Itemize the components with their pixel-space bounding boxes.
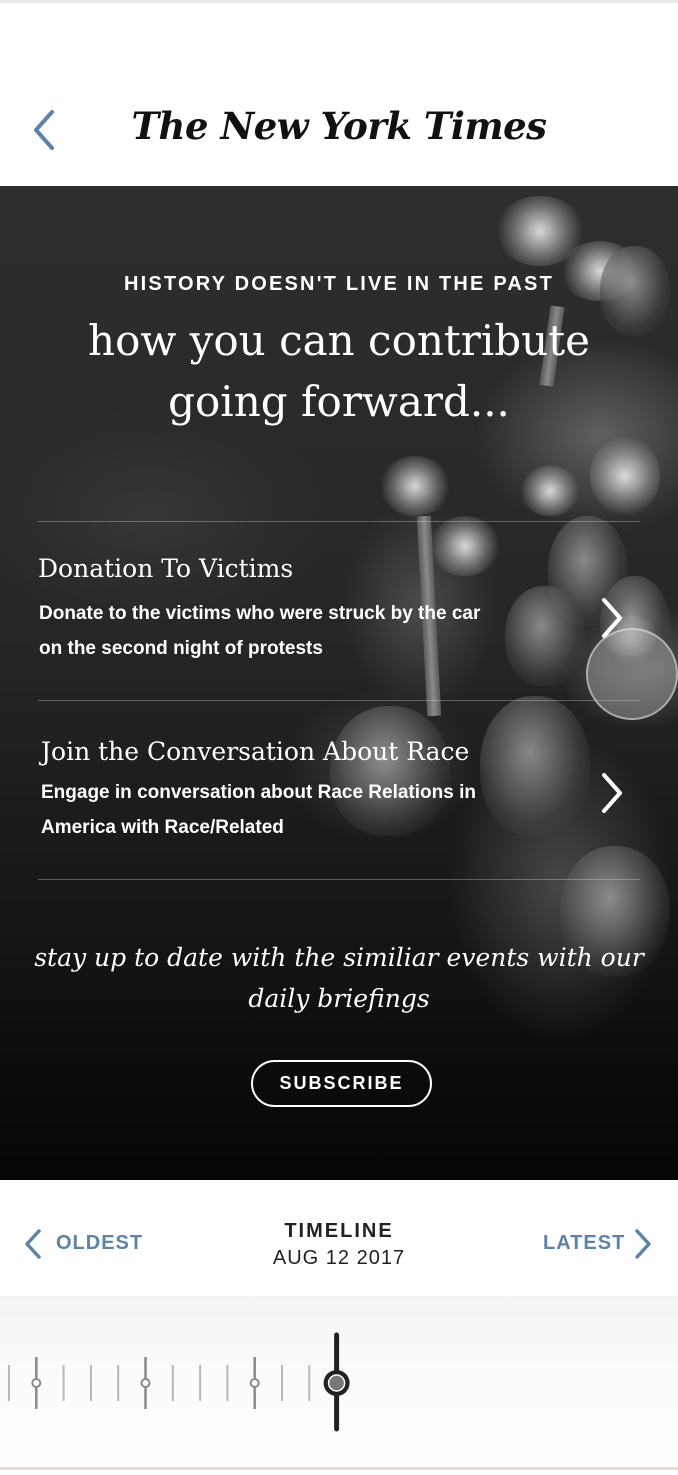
chevron-right-icon (602, 773, 622, 813)
chevron-right-icon (635, 1229, 651, 1259)
hero-section: HISTORY DOESN'T LIVE IN THE PAST how you… (0, 186, 678, 1180)
nyt-logo: The New York Times (131, 104, 547, 148)
race-conversation-link[interactable]: Join the Conversation About Race Engage … (0, 701, 678, 879)
subscribe-button[interactable]: SUBSCRIBE (251, 1060, 432, 1107)
app-header: The New York Times (0, 0, 678, 186)
item-title: Donation To Victims (38, 554, 294, 583)
timeline-nav: OLDEST TIMELINE AUG 12 2017 LATEST (0, 1180, 678, 1296)
scrubber-handle[interactable] (323, 1332, 350, 1432)
scrubber-tick-marker (140, 1378, 151, 1388)
latest-label: LATEST (543, 1232, 626, 1254)
hero-headline: how you can contribute going forward... (88, 316, 590, 426)
item-title: Join the Conversation About Race (41, 737, 470, 766)
scrubber-tick-marker (249, 1378, 260, 1388)
briefing-promo-text: stay up to date with the similiar events… (34, 943, 644, 1013)
item-description: Engage in conversation about Race Relati… (41, 782, 476, 838)
scrubber-track (8, 1332, 350, 1432)
divider (38, 879, 640, 880)
touch-indicator (586, 628, 678, 720)
eyebrow-title: HISTORY DOESN'T LIVE IN THE PAST (123, 273, 555, 295)
status-divider (0, 0, 678, 3)
timeline-scrubber[interactable] (0, 1296, 678, 1470)
donation-link[interactable]: Donation To Victims Donate to the victim… (0, 522, 678, 700)
item-description: Donate to the victims who were struck by… (39, 603, 481, 659)
scrubber-tick-marker (31, 1378, 42, 1388)
latest-button[interactable]: LATEST (530, 1225, 660, 1263)
